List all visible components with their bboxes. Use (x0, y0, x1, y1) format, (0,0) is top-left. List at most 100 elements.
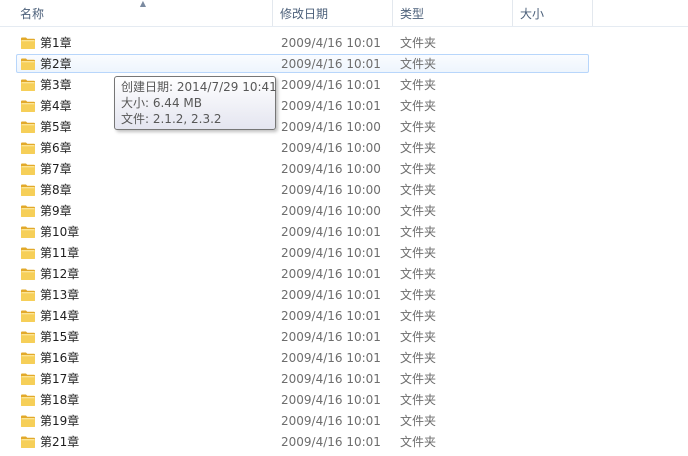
folder-icon (20, 203, 36, 219)
file-modified-date: 2009/4/16 10:00 (281, 120, 381, 134)
file-row[interactable]: 第3章 2009/4/16 10:01 文件夹 (0, 75, 688, 96)
column-header-size[interactable]: 大小 (514, 0, 592, 26)
folder-info-tooltip: 创建日期: 2014/7/29 10:41 大小: 6.44 MB 文件: 2.… (114, 76, 277, 130)
file-name: 第11章 (40, 246, 80, 260)
column-divider[interactable] (392, 0, 393, 26)
column-header-type[interactable]: 类型 (394, 0, 512, 26)
file-row[interactable]: 第14章 2009/4/16 10:01 文件夹 (0, 306, 688, 327)
file-type: 文件夹 (400, 372, 437, 386)
file-type: 文件夹 (400, 183, 437, 197)
folder-icon (20, 161, 36, 177)
tooltip-created-date: 创建日期: 2014/7/29 10:41 (121, 80, 277, 94)
file-name: 第1章 (40, 36, 72, 50)
file-name: 第14章 (40, 309, 80, 323)
file-type: 文件夹 (400, 309, 437, 323)
file-row[interactable]: 第5章 2009/4/16 10:00 文件夹 (0, 117, 688, 138)
folder-icon (20, 266, 36, 282)
file-row[interactable]: 第2章 2009/4/16 10:01 文件夹 (0, 54, 688, 75)
column-divider[interactable] (272, 0, 273, 26)
column-header-date[interactable]: 修改日期 (274, 0, 392, 26)
file-modified-date: 2009/4/16 10:01 (281, 393, 381, 407)
folder-icon (20, 308, 36, 324)
file-modified-date: 2009/4/16 10:01 (281, 435, 381, 449)
file-row[interactable]: 第4章 2009/4/16 10:01 文件夹 (0, 96, 688, 117)
file-list: 第1章 2009/4/16 10:01 文件夹 第2章 2009/4/16 10:01 文… (0, 33, 688, 453)
file-type: 文件夹 (400, 267, 437, 281)
file-row[interactable]: 第8章 2009/4/16 10:00 文件夹 (0, 180, 688, 201)
file-name: 第4章 (40, 99, 72, 113)
file-row[interactable]: 第9章 2009/4/16 10:00 文件夹 (0, 201, 688, 222)
file-type: 文件夹 (400, 435, 437, 449)
file-modified-date: 2009/4/16 10:01 (281, 330, 381, 344)
file-row[interactable]: 第10章 2009/4/16 10:01 文件夹 (0, 222, 688, 243)
file-name: 第9章 (40, 204, 72, 218)
file-type: 文件夹 (400, 288, 437, 302)
file-type: 文件夹 (400, 120, 437, 134)
file-modified-date: 2009/4/16 10:00 (281, 183, 381, 197)
file-name: 第12章 (40, 267, 80, 281)
file-modified-date: 2009/4/16 10:01 (281, 372, 381, 386)
file-name: 第6章 (40, 141, 72, 155)
folder-icon (20, 98, 36, 114)
file-name: 第17章 (40, 372, 80, 386)
file-modified-date: 2009/4/16 10:00 (281, 204, 381, 218)
file-name: 第10章 (40, 225, 80, 239)
file-type: 文件夹 (400, 57, 437, 71)
file-name: 第2章 (40, 57, 72, 71)
sort-arrow-icon: ▲ (139, 0, 147, 8)
folder-icon (20, 329, 36, 345)
file-modified-date: 2009/4/16 10:01 (281, 309, 381, 323)
folder-icon (20, 371, 36, 387)
file-modified-date: 2009/4/16 10:01 (281, 246, 381, 260)
file-type: 文件夹 (400, 330, 437, 344)
file-type: 文件夹 (400, 351, 437, 365)
file-modified-date: 2009/4/16 10:00 (281, 141, 381, 155)
file-row[interactable]: 第15章 2009/4/16 10:01 文件夹 (0, 327, 688, 348)
file-modified-date: 2009/4/16 10:01 (281, 78, 381, 92)
file-row[interactable]: 第19章 2009/4/16 10:01 文件夹 (0, 411, 688, 432)
file-row[interactable]: 第12章 2009/4/16 10:01 文件夹 (0, 264, 688, 285)
file-row[interactable]: 第11章 2009/4/16 10:01 文件夹 (0, 243, 688, 264)
file-modified-date: 2009/4/16 10:01 (281, 36, 381, 50)
folder-icon (20, 77, 36, 93)
file-row[interactable]: 第21章 2009/4/16 10:01 文件夹 (0, 432, 688, 453)
file-row[interactable]: 第17章 2009/4/16 10:01 文件夹 (0, 369, 688, 390)
file-row[interactable]: 第6章 2009/4/16 10:00 文件夹 (0, 138, 688, 159)
folder-icon (20, 392, 36, 408)
file-name: 第16章 (40, 351, 80, 365)
file-type: 文件夹 (400, 141, 437, 155)
file-row[interactable]: 第1章 2009/4/16 10:01 文件夹 (0, 33, 688, 54)
file-type: 文件夹 (400, 99, 437, 113)
file-modified-date: 2009/4/16 10:01 (281, 267, 381, 281)
file-name: 第3章 (40, 78, 72, 92)
folder-icon (20, 56, 36, 72)
file-row[interactable]: 第16章 2009/4/16 10:01 文件夹 (0, 348, 688, 369)
file-name: 第5章 (40, 120, 72, 134)
file-modified-date: 2009/4/16 10:01 (281, 225, 381, 239)
file-modified-date: 2009/4/16 10:01 (281, 414, 381, 428)
file-modified-date: 2009/4/16 10:01 (281, 57, 381, 71)
column-divider[interactable] (512, 0, 513, 26)
file-modified-date: 2009/4/16 10:00 (281, 162, 381, 176)
folder-icon (20, 287, 36, 303)
file-name: 第21章 (40, 435, 80, 449)
tooltip-files: 文件: 2.1.2, 2.3.2 (121, 112, 222, 126)
folder-icon (20, 413, 36, 429)
file-type: 文件夹 (400, 225, 437, 239)
file-type: 文件夹 (400, 414, 437, 428)
file-type: 文件夹 (400, 204, 437, 218)
file-row[interactable]: 第13章 2009/4/16 10:01 文件夹 (0, 285, 688, 306)
column-divider[interactable] (592, 0, 593, 26)
file-row[interactable]: 第18章 2009/4/16 10:01 文件夹 (0, 390, 688, 411)
folder-icon (20, 434, 36, 450)
file-type: 文件夹 (400, 78, 437, 92)
file-modified-date: 2009/4/16 10:01 (281, 99, 381, 113)
folder-icon (20, 224, 36, 240)
file-type: 文件夹 (400, 246, 437, 260)
file-row[interactable]: 第7章 2009/4/16 10:00 文件夹 (0, 159, 688, 180)
file-type: 文件夹 (400, 36, 437, 50)
file-name: 第15章 (40, 330, 80, 344)
file-name: 第7章 (40, 162, 72, 176)
folder-icon (20, 35, 36, 51)
file-modified-date: 2009/4/16 10:01 (281, 288, 381, 302)
